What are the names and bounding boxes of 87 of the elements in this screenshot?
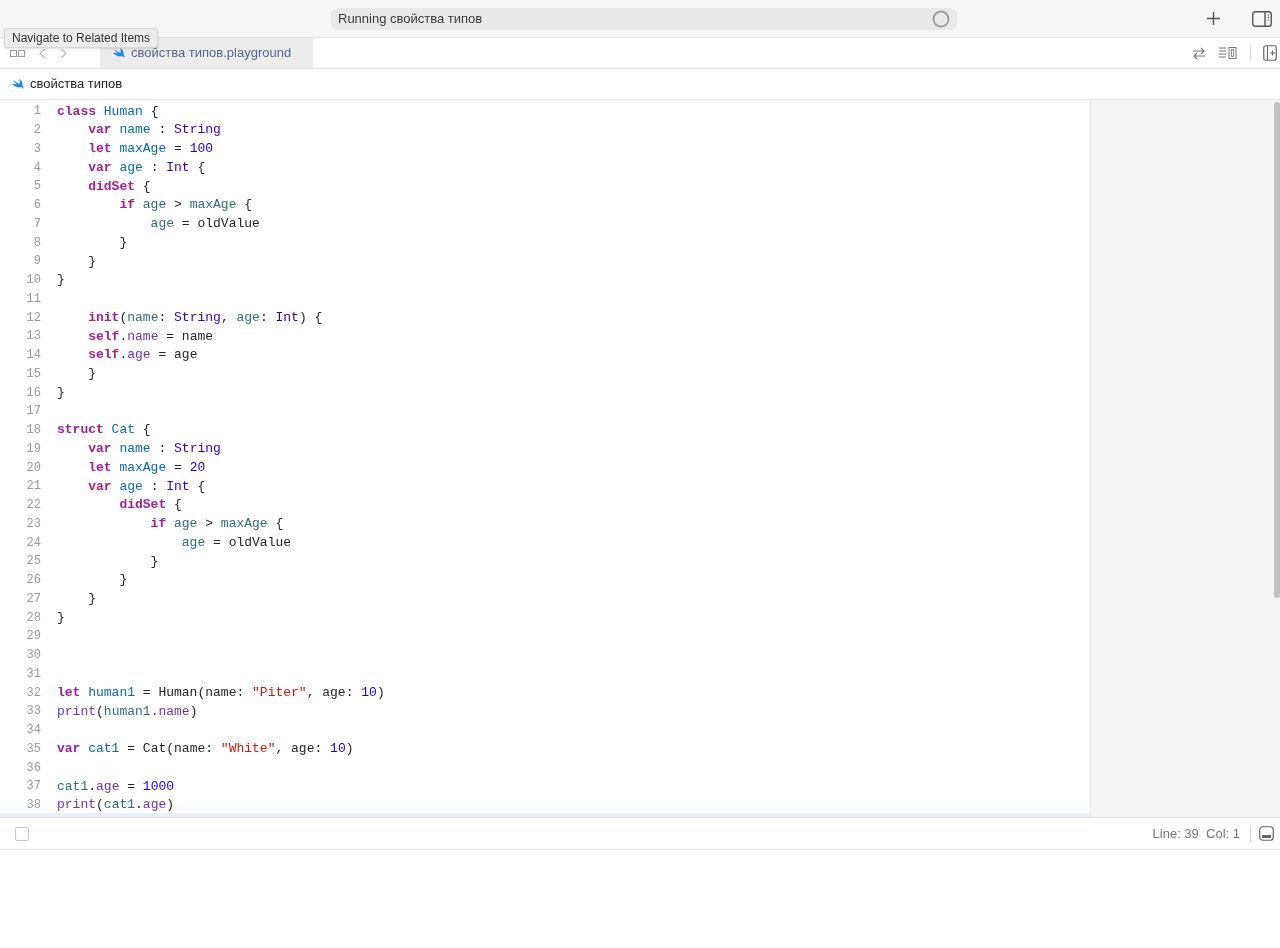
scrollbar-thumb[interactable] xyxy=(1274,102,1280,598)
code-line: cat1.age = 1000 xyxy=(57,777,175,796)
activity-status: Running свойства типов xyxy=(338,9,483,28)
cursor-position: Line: 39 Col: 1 xyxy=(1152,824,1240,843)
code-line: } xyxy=(118,571,128,590)
line-number: 33 xyxy=(25,703,41,721)
line-number: 7 xyxy=(32,215,41,233)
line-number: 11 xyxy=(25,290,41,308)
line-number: 4 xyxy=(32,159,41,177)
code-line: age = oldValue xyxy=(180,533,292,552)
code-line: age = oldValue xyxy=(149,215,260,234)
swift-file-icon xyxy=(112,47,125,59)
line-number: 37 xyxy=(25,778,41,796)
line-number: 10 xyxy=(25,272,41,290)
code-line: print(human1.name) xyxy=(57,702,198,721)
code-line: var name : String xyxy=(87,440,221,459)
line-number: 3 xyxy=(32,140,41,158)
line-number: 20 xyxy=(25,459,41,477)
line-number: 13 xyxy=(25,328,41,346)
scrollbar[interactable] xyxy=(1274,100,1280,817)
line-number: 15 xyxy=(25,365,41,383)
line-number: 25 xyxy=(25,553,41,571)
line-number: 22 xyxy=(25,497,41,515)
line-number: 16 xyxy=(25,384,41,402)
progress-circle-icon xyxy=(932,9,950,28)
code-line: } xyxy=(87,365,96,384)
line-number: 2 xyxy=(32,122,41,140)
line-number: 8 xyxy=(32,234,41,252)
code-line: didSet { xyxy=(118,496,182,515)
code-line: let maxAge = 20 xyxy=(87,458,206,477)
line-number: 23 xyxy=(25,515,41,533)
code-line: init(name: String, age: Int) { xyxy=(87,308,323,327)
line-number: 19 xyxy=(25,440,41,458)
line-number: 14 xyxy=(25,347,41,365)
breadcrumb-item[interactable]: свойства типов xyxy=(30,74,123,94)
line-number: 5 xyxy=(32,178,41,196)
line-number: 38 xyxy=(25,797,41,815)
code-line: } xyxy=(57,383,65,402)
swap-arrows-icon[interactable] xyxy=(1192,46,1206,60)
sidebar-icon xyxy=(1252,10,1272,27)
code-line: var age : Int { xyxy=(87,158,206,177)
add-editor-icon[interactable] xyxy=(1263,45,1277,61)
line-number: 18 xyxy=(25,422,41,440)
line-number: 36 xyxy=(25,759,41,777)
code-line: print(cat1.age) xyxy=(57,796,175,815)
inspector-toggle-button[interactable] xyxy=(1251,9,1273,28)
code-line: let human1 = Human(name: "Piter", age: 10) xyxy=(57,683,385,702)
line-number: 30 xyxy=(25,647,41,665)
line-number: 26 xyxy=(25,572,41,590)
line-number: 32 xyxy=(25,684,41,702)
code-line: class Human { xyxy=(57,102,159,121)
code-line: didSet { xyxy=(87,177,151,196)
line-number: 27 xyxy=(25,590,41,608)
line-number: 28 xyxy=(25,609,41,627)
line-number: 12 xyxy=(25,309,41,327)
tooltip: Navigate to Related Items xyxy=(4,28,159,48)
console-toggle-icon[interactable] xyxy=(1259,826,1274,841)
code-line: if age > maxAge { xyxy=(118,196,253,215)
line-number: 29 xyxy=(25,628,41,646)
grid-icon[interactable] xyxy=(10,48,25,58)
code-line: var age : Int { xyxy=(87,477,206,496)
line-number: 9 xyxy=(32,253,41,271)
line-number: 1 xyxy=(32,103,41,121)
code-line: let maxAge = 100 xyxy=(87,140,214,159)
code-line: self.name = name xyxy=(87,327,214,346)
code-line: struct Cat { xyxy=(57,421,151,440)
run-checkbox[interactable] xyxy=(15,826,29,841)
line-number: 21 xyxy=(25,478,41,496)
code-line: } xyxy=(87,590,96,609)
line-number: 17 xyxy=(25,403,41,421)
line-number: 35 xyxy=(25,740,41,758)
line-number: 34 xyxy=(25,722,41,740)
code-line: } xyxy=(57,271,65,290)
code-line: self.age = age xyxy=(87,346,198,365)
line-number: 31 xyxy=(25,665,41,683)
code-line: var name : String xyxy=(87,121,221,140)
code-line: } xyxy=(118,233,128,252)
code-line: if age > maxAge { xyxy=(149,515,284,534)
code-line: } xyxy=(57,608,65,627)
plus-icon xyxy=(1205,11,1221,26)
line-number: 6 xyxy=(32,197,41,215)
code-line: } xyxy=(87,252,96,271)
code-line: } xyxy=(149,552,159,571)
swift-icon xyxy=(11,78,24,90)
code-line: var cat1 = Cat(name: "White", age: 10) xyxy=(57,740,354,759)
lines-panel-icon[interactable] xyxy=(1218,46,1238,60)
line-number: 24 xyxy=(25,534,41,552)
